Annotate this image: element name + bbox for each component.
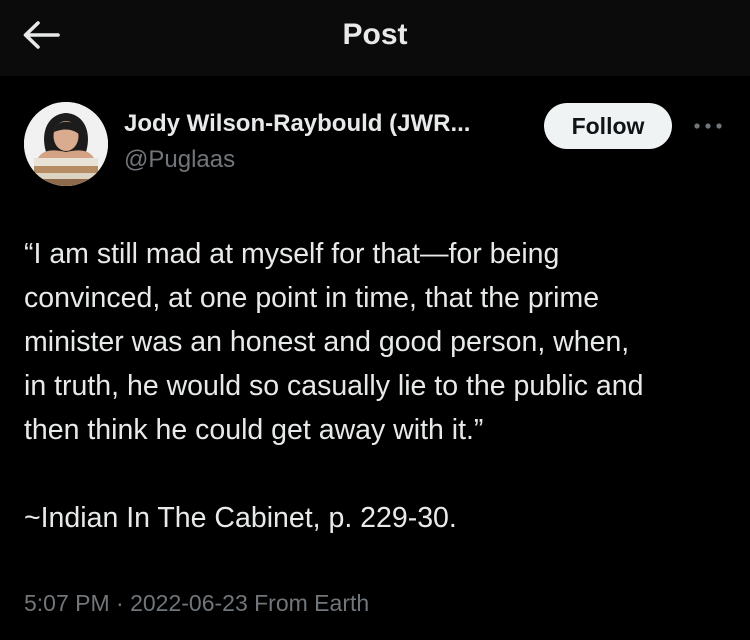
post-text-line: minister was an honest and good person, … [24, 326, 630, 358]
avatar[interactable] [24, 102, 108, 186]
post-text-line: convinced, at one point in time, that th… [24, 282, 600, 314]
more-options-button[interactable] [688, 110, 728, 142]
back-button[interactable] [14, 12, 68, 58]
paragraph-break [24, 452, 740, 496]
post-text-line: in truth, he would so casually lie to th… [24, 370, 644, 402]
profile-photo [24, 102, 108, 186]
more-horizontal-icon [694, 123, 722, 129]
post-citation: ~Indian In The Cabinet, p. 229-30. [24, 502, 457, 534]
post-text-line: “I am still mad at myself for that—for b… [24, 238, 560, 270]
post-timestamp[interactable]: 5:07 PM · 2022-06-23 From Earth [24, 590, 369, 617]
display-name[interactable]: Jody Wilson-Raybould (JWR... [124, 110, 470, 138]
post-text: “I am still mad at myself for that—for b… [24, 232, 740, 540]
post-detail: Jody Wilson-Raybould (JWR... @Puglaas Fo… [0, 76, 750, 640]
follow-button[interactable]: Follow [544, 103, 672, 149]
page-title: Post [342, 18, 408, 51]
post-text-line: then think he could get away with it.” [24, 414, 484, 446]
arrow-left-icon [23, 21, 60, 49]
top-bar: Post [0, 0, 750, 76]
user-handle[interactable]: @Puglaas [124, 146, 235, 174]
